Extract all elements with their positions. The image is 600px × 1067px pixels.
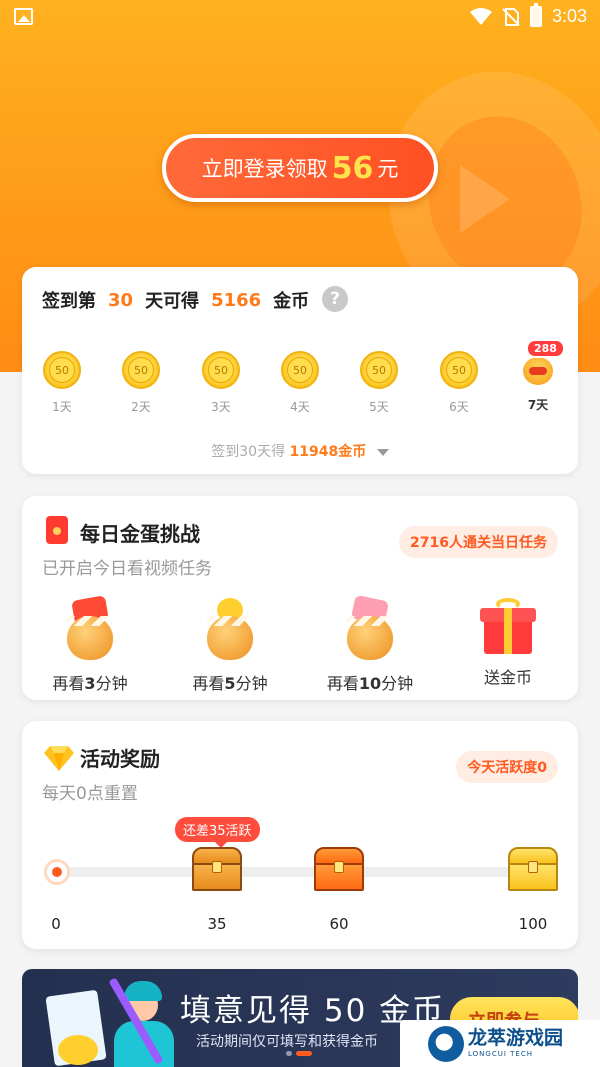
signin-day-5[interactable]: 50 5天 bbox=[357, 351, 401, 415]
no-sim-icon bbox=[502, 8, 520, 26]
help-icon[interactable]: ? bbox=[322, 286, 348, 312]
banner-subtitle: 活动期间仅可填写和获得金币 bbox=[196, 1034, 378, 1050]
treasure-chest-60-icon[interactable] bbox=[314, 847, 364, 891]
signin-title-prefix: 签到第 bbox=[42, 291, 96, 312]
signin-day-1[interactable]: 50 1天 bbox=[40, 351, 84, 415]
day-label: 3天 bbox=[211, 400, 231, 414]
watermark-logo: 龙萃游戏园 LONGCUI TECH bbox=[400, 1020, 600, 1067]
signin-day-2[interactable]: 50 2天 bbox=[119, 351, 163, 415]
carousel-indicator bbox=[286, 1051, 312, 1056]
signin-day-4[interactable]: 50 4天 bbox=[278, 351, 322, 415]
signin-day-6[interactable]: 50 6天 bbox=[437, 351, 481, 415]
cash-egg-icon bbox=[343, 594, 397, 660]
treasure-chest-35-icon[interactable] bbox=[192, 847, 242, 891]
caret-down-icon bbox=[376, 448, 389, 456]
red-envelope-egg-icon bbox=[63, 594, 117, 660]
coin-value: 50 bbox=[366, 357, 392, 383]
login-reward-button[interactable]: 立即登录领取 56 元 bbox=[162, 134, 438, 202]
coin-icon: 50 bbox=[202, 351, 240, 389]
coin-icon: 50 bbox=[43, 351, 81, 389]
egg-challenge-title: 每日金蛋挑战 bbox=[80, 522, 200, 546]
egg-task-label: 再看10分钟 bbox=[326, 674, 414, 693]
diamond-icon bbox=[44, 746, 74, 771]
milestone-label: 100 bbox=[518, 915, 548, 933]
egg-challenge-pill: 2716人通关当日任务 bbox=[399, 526, 558, 558]
day-label: 1天 bbox=[52, 400, 72, 414]
day-label: 5天 bbox=[369, 400, 389, 414]
coin-value: 50 bbox=[128, 357, 154, 383]
coin-egg-icon bbox=[203, 594, 257, 660]
coin-value: 50 bbox=[208, 357, 234, 383]
battery-icon bbox=[530, 3, 542, 27]
egg-task-2[interactable]: 再看5分钟 bbox=[170, 594, 290, 694]
watermark-name: 龙萃游戏园 bbox=[468, 1027, 564, 1049]
coin-icon: 50 bbox=[360, 351, 398, 389]
activity-progress-track bbox=[56, 867, 546, 877]
activity-subtitle: 每天0点重置 bbox=[42, 784, 138, 804]
egg-task-label: 送金币 bbox=[483, 668, 532, 687]
coin-icon: 50 bbox=[122, 351, 160, 389]
egg-task-label: 再看5分钟 bbox=[192, 674, 268, 693]
watermark-name-en: LONGCUI TECH bbox=[468, 1050, 533, 1058]
play-icon bbox=[460, 165, 510, 233]
signin-footer[interactable]: 签到30天得 11948金币 bbox=[22, 441, 578, 461]
treasure-chest-100-icon[interactable] bbox=[508, 847, 558, 891]
egg-task-4[interactable]: 送金币 bbox=[448, 594, 568, 688]
login-suffix: 元 bbox=[377, 157, 399, 181]
egg-task-label: 再看3分钟 bbox=[52, 674, 128, 693]
gift-box-icon bbox=[480, 594, 536, 654]
egg-task-1[interactable]: 再看3分钟 bbox=[30, 594, 150, 694]
day-label: 6天 bbox=[449, 400, 469, 414]
day7-reward-badge: 288 bbox=[526, 339, 565, 358]
signin-title-suffix: 金币 bbox=[273, 291, 310, 312]
coin-value: 50 bbox=[49, 357, 75, 383]
signin-day-7[interactable]: 7天 bbox=[516, 351, 560, 413]
activity-tip-bubble: 还差35活跃 bbox=[175, 817, 260, 848]
coin-value: 50 bbox=[446, 357, 472, 383]
status-time: 3:03 bbox=[552, 6, 588, 26]
activity-reward-card: 活动奖励 每天0点重置 今天活跃度0 还差35活跃 0 35 60 100 bbox=[22, 721, 578, 949]
login-amount: 56 bbox=[331, 150, 374, 186]
status-bar: 3:03 bbox=[0, 0, 600, 34]
activity-title: 活动奖励 bbox=[80, 747, 160, 771]
progress-start-dot bbox=[44, 859, 70, 885]
egg-task-3[interactable]: 再看10分钟 bbox=[310, 594, 430, 694]
logo-icon bbox=[428, 1025, 464, 1062]
day-label: 2天 bbox=[131, 400, 151, 414]
signin-footer-prefix: 签到30天得 bbox=[211, 444, 286, 460]
gallery-icon bbox=[14, 8, 33, 25]
login-prefix: 立即登录领取 bbox=[201, 157, 328, 181]
red-envelope-icon bbox=[46, 516, 68, 544]
signin-day-count: 30 bbox=[108, 289, 134, 311]
day-label: 4天 bbox=[290, 400, 310, 414]
milestone-label: 60 bbox=[329, 915, 349, 933]
signin-footer-amount: 11948金币 bbox=[289, 444, 367, 460]
milestone-label: 0 bbox=[51, 915, 61, 933]
signin-title-mid: 天可得 bbox=[145, 291, 200, 312]
signin-card: 签到第 30 天可得 5166 金币 ? 50 1天 50 2天 50 3天 5… bbox=[22, 267, 578, 474]
egg-challenge-subtitle: 已开启今日看视频任务 bbox=[42, 559, 212, 579]
coin-icon: 50 bbox=[281, 351, 319, 389]
activity-level-pill: 今天活跃度0 bbox=[456, 751, 558, 783]
signin-day-3[interactable]: 50 3天 bbox=[199, 351, 243, 415]
signin-title: 签到第 30 天可得 5166 金币 bbox=[42, 287, 309, 313]
coin-value: 50 bbox=[287, 357, 313, 383]
milestone-label: 35 bbox=[207, 915, 227, 933]
wifi-icon bbox=[470, 8, 492, 25]
pill-text: 人通关当日任务 bbox=[449, 535, 547, 551]
egg-challenge-card: 每日金蛋挑战 已开启今日看视频任务 2716人通关当日任务 再看3分钟 再看5分… bbox=[22, 496, 578, 700]
pill-count: 2716 bbox=[410, 535, 449, 551]
coin-icon: 50 bbox=[440, 351, 478, 389]
signin-coin-count: 5166 bbox=[211, 289, 262, 311]
day-label: 7天 bbox=[527, 398, 549, 412]
